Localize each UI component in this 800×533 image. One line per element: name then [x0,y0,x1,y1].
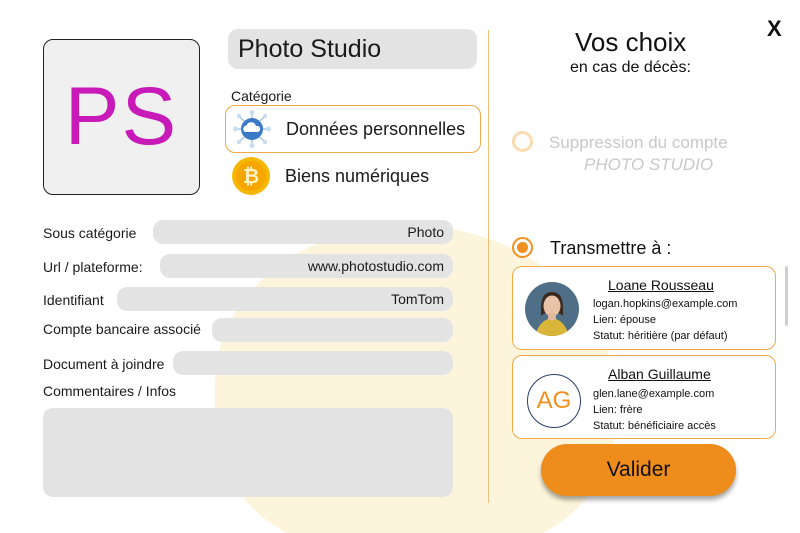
validate-button[interactable]: Valider [541,444,736,496]
bitcoin-icon: ₿ [231,156,271,196]
category-option-personal-data[interactable]: Données personnelles [225,105,481,153]
recipient-email: logan.hopkins@example.com [593,298,738,310]
category-label: Catégorie [231,88,292,104]
choices-title: Vos choix [575,27,687,57]
identifier-field[interactable]: TomTom [117,287,453,311]
transmit-label: Transmettre à : [550,238,672,258]
recipient-status: Statut: bénéficiaire accès [593,420,716,432]
subcategory-label: Sous catégorie [43,225,137,241]
svg-text:₿: ₿ [243,166,259,188]
cloud-network-icon [232,109,272,149]
comments-label: Commentaires / Infos [43,383,177,399]
subcategory-field[interactable]: Photo [153,220,453,244]
choices-subtitle: en cas de décès: [570,59,691,76]
account-name-field[interactable]: Photo Studio [228,29,477,69]
recipient-status: Statut: héritière (par défaut) [593,330,728,342]
panel-divider [488,30,489,503]
document-field[interactable] [173,351,453,375]
url-label: Url / plateforme: [43,259,143,275]
recipient-card[interactable]: Loane Rousseau logan.hopkins@example.com… [512,266,776,350]
url-field[interactable]: www.photostudio.com [160,254,453,278]
avatar [525,282,579,336]
recipients-scrollbar[interactable] [785,266,788,326]
close-button[interactable]: X [767,16,782,42]
account-logo-text: PS [64,71,179,162]
transmit-radio[interactable] [512,237,533,258]
bank-account-field[interactable] [212,318,453,342]
recipient-email: glen.lane@example.com [593,388,715,400]
recipient-name[interactable]: Alban Guillaume [608,366,711,382]
delete-account-radio[interactable] [512,131,533,152]
recipient-card[interactable]: AG Alban Guillaume glen.lane@example.com… [512,355,776,439]
delete-account-label: Suppression du compte [549,133,728,152]
recipient-relation: Lien: frère [593,404,643,416]
comments-textarea[interactable] [43,408,453,497]
category-option-label: Biens numériques [285,165,430,186]
avatar: AG [527,374,581,428]
recipient-relation: Lien: épouse [593,314,656,326]
category-option-label: Données personnelles [286,118,466,139]
category-option-digital-assets[interactable]: ₿ Biens numériques [225,152,481,200]
delete-account-name: PHOTO STUDIO [584,155,714,174]
recipient-name[interactable]: Loane Rousseau [608,277,714,293]
account-logo: PS [43,39,200,195]
bank-account-label: Compte bancaire associé [43,321,201,337]
document-label: Document à joindre [43,356,165,372]
identifier-label: Identifiant [43,292,104,308]
